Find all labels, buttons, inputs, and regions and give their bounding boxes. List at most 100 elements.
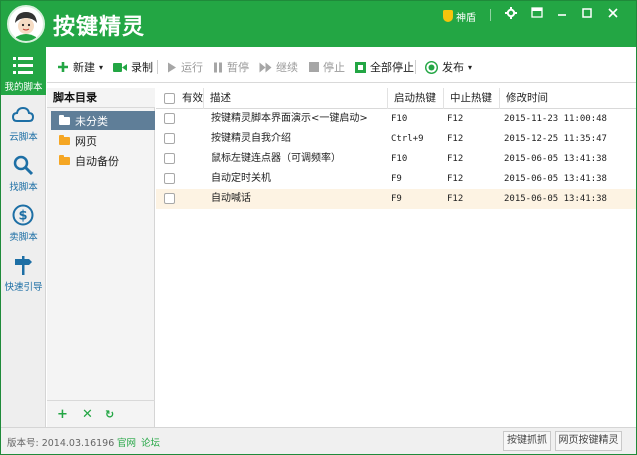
column-header-start-hotkey[interactable]: 启动热键 <box>388 88 444 109</box>
shield-icon <box>443 10 453 22</box>
main-window: 按键精灵 神盾 我的脚本 云脚本 找脚本 $ 卖脚本 快速引导 新建 ▾ 录制 … <box>0 0 637 455</box>
directory-title: 脚本目录 <box>47 88 155 108</box>
row-checkbox[interactable] <box>164 133 175 144</box>
run-label: 运行 <box>181 61 203 74</box>
dir-item-uncategorized[interactable]: 未分类 <box>51 111 155 130</box>
cell-start-hotkey: F10 <box>391 154 408 164</box>
cell-modified-time: 2015-06-05 13:41:38 <box>504 154 607 164</box>
fast-forward-icon <box>259 62 272 72</box>
new-button[interactable]: 新建 ▾ <box>57 59 103 75</box>
continue-button[interactable]: 继续 <box>259 59 298 75</box>
record-button[interactable]: 录制 <box>113 59 153 75</box>
cell-description: 按键精灵自我介绍 <box>211 133 291 144</box>
camera-icon <box>113 62 127 72</box>
nav-label: 找脚本 <box>9 182 38 193</box>
maximize-icon[interactable] <box>579 7 595 21</box>
folder-icon <box>59 154 70 165</box>
add-folder-icon[interactable]: + <box>57 407 68 422</box>
cell-modified-time: 2015-06-05 13:41:38 <box>504 194 607 204</box>
nav-item-sell-scripts[interactable]: $ 卖脚本 <box>1 197 46 245</box>
key-capture-button[interactable]: 按键抓抓 <box>503 431 551 451</box>
dir-item-label: 网页 <box>75 134 97 148</box>
title-bar: 按键精灵 神盾 <box>1 1 636 47</box>
minimize-icon[interactable] <box>554 7 570 21</box>
nav-item-find-scripts[interactable]: 找脚本 <box>1 147 46 195</box>
table-row[interactable]: 自动喊话 F9 F12 2015-06-05 13:41:38 <box>156 189 636 209</box>
cell-description: 鼠标左键连点器（可调频率） <box>211 153 341 164</box>
dir-item-web[interactable]: 网页 <box>51 131 155 150</box>
web-anjian-button[interactable]: 网页按键精灵 <box>555 431 622 451</box>
select-all-checkbox[interactable] <box>164 93 175 104</box>
script-table: 有效 描述 启动热键 中止热键 修改时间 按键精灵脚本界面演示<一键启动> F10… <box>156 88 636 427</box>
table-row[interactable]: 自动定时关机 F9 F12 2015-06-05 13:41:38 <box>156 169 636 189</box>
table-row[interactable]: 按键精灵自我介绍 Ctrl+9 F12 2015-12-25 11:35:47 <box>156 129 636 149</box>
table-row[interactable]: 按键精灵脚本界面演示<一键启动> F10 F12 2015-11-23 11:00:4… <box>156 109 636 129</box>
cell-start-hotkey: Ctrl+9 <box>391 134 424 144</box>
stop-all-label: 全部停止 <box>370 61 414 74</box>
dropdown-caret-icon: ▾ <box>468 62 473 72</box>
cell-modified-time: 2015-11-23 11:00:48 <box>504 114 607 124</box>
stop-all-button[interactable]: 全部停止 <box>355 59 414 75</box>
table-row[interactable]: 鼠标左键连点器（可调频率） F10 F12 2015-06-05 13:41:38 <box>156 149 636 169</box>
nav-item-cloud-scripts[interactable]: 云脚本 <box>1 97 46 145</box>
folder-icon <box>59 114 70 125</box>
publish-icon <box>425 60 438 74</box>
status-bar: 版本号: 2014.03.16196 官网 论坛 按键抓抓 网页按键精灵 <box>1 427 636 454</box>
stop-icon <box>309 62 319 72</box>
stop-button[interactable]: 停止 <box>309 59 345 75</box>
cloud-icon <box>12 106 34 122</box>
dir-item-label: 自动备份 <box>75 154 119 168</box>
cell-start-hotkey: F9 <box>391 174 402 184</box>
row-checkbox[interactable] <box>164 193 175 204</box>
cell-stop-hotkey: F12 <box>447 174 464 184</box>
official-site-link[interactable]: 官网 <box>117 435 136 449</box>
publish-label: 发布 <box>442 61 464 74</box>
forum-link[interactable]: 论坛 <box>141 435 160 449</box>
column-header-description[interactable]: 描述 <box>204 88 388 109</box>
nav-item-my-scripts[interactable]: 我的脚本 <box>1 47 46 95</box>
svg-text:$: $ <box>18 209 27 224</box>
cell-start-hotkey: F10 <box>391 114 408 124</box>
column-header-valid[interactable]: 有效 <box>156 88 204 109</box>
cell-stop-hotkey: F12 <box>447 154 464 164</box>
row-checkbox[interactable] <box>164 113 175 124</box>
dir-item-auto-backup[interactable]: 自动备份 <box>51 151 155 170</box>
pause-button[interactable]: 暂停 <box>213 59 249 75</box>
shield-button[interactable]: 神盾 <box>443 9 476 24</box>
run-button[interactable]: 运行 <box>167 59 203 75</box>
continue-label: 继续 <box>276 61 298 74</box>
cell-description: 按键精灵脚本界面演示<一键启动> <box>211 113 368 124</box>
cell-modified-time: 2015-06-05 13:41:38 <box>504 174 607 184</box>
close-icon[interactable] <box>605 7 621 21</box>
settings-gear-icon[interactable] <box>503 7 519 21</box>
row-checkbox[interactable] <box>164 153 175 164</box>
cell-description: 自动喊话 <box>211 193 251 204</box>
directory-footer: + ✕ ↻ <box>47 400 155 427</box>
skin-window-icon[interactable] <box>529 7 545 21</box>
delete-folder-icon[interactable]: ✕ <box>82 407 93 422</box>
app-logo-icon <box>7 5 45 43</box>
cell-start-hotkey: F9 <box>391 194 402 204</box>
column-header-label: 有效 <box>182 92 203 104</box>
play-icon <box>168 62 176 72</box>
shield-label: 神盾 <box>456 12 476 24</box>
toolbar: 新建 ▾ 录制 运行 暂停 继续 停止 全部停止 发布 ▾ <box>47 51 636 83</box>
stop-label: 停止 <box>323 61 345 74</box>
toolbar-divider <box>157 60 158 74</box>
cell-description: 自动定时关机 <box>211 173 271 184</box>
list-icon <box>13 57 33 74</box>
cell-modified-time: 2015-12-25 11:35:47 <box>504 134 607 144</box>
stop-all-icon <box>355 61 366 73</box>
column-header-stop-hotkey[interactable]: 中止热键 <box>444 88 500 109</box>
nav-label: 云脚本 <box>9 132 38 143</box>
toolbar-divider <box>415 60 416 74</box>
search-icon <box>13 155 34 176</box>
version-label: 版本号: 2014.03.16196 <box>7 438 115 449</box>
refresh-icon[interactable]: ↻ <box>105 408 114 421</box>
dir-item-label: 未分类 <box>75 114 108 128</box>
publish-button[interactable]: 发布 ▾ <box>425 59 472 75</box>
column-header-modified-time[interactable]: 修改时间 <box>500 88 636 109</box>
row-checkbox[interactable] <box>164 173 175 184</box>
nav-item-quick-guide[interactable]: 快速引导 <box>1 247 46 295</box>
new-label: 新建 <box>73 61 95 74</box>
